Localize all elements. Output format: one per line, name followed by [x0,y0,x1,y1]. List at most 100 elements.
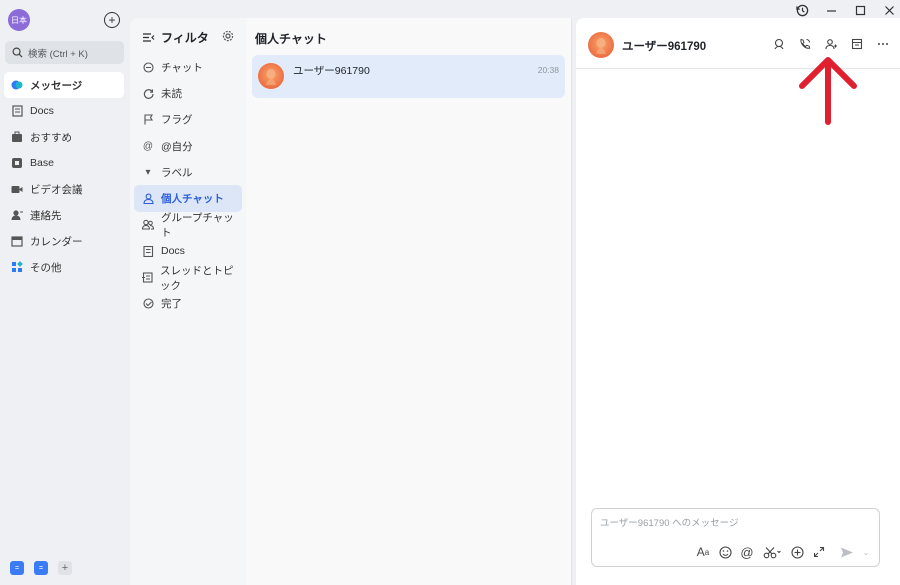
nav-label: メッセージ [30,79,83,92]
filter-label: グループチャット [161,211,234,239]
nav-item-video[interactable]: ビデオ会議 [4,176,124,202]
check-circle-icon [142,298,154,309]
history-icon[interactable] [788,2,817,18]
nav-item-recommend[interactable]: おすすめ [4,124,124,150]
add-icon[interactable]: + [104,12,120,28]
person-icon [142,193,154,205]
chat-time: 20:38 [537,65,559,75]
message-bubble-icon [11,79,23,91]
filter-label: チャット [161,61,203,74]
conversation-toolbar [772,37,890,51]
search-chat-icon[interactable] [772,37,786,51]
unread-icon [142,88,154,99]
nav-item-base[interactable]: Base [4,150,124,176]
conversation-title[interactable]: ユーザー961790 [622,38,706,54]
filter-title: フィルタ [161,31,209,45]
filter-label: 未読 [161,87,182,100]
group-icon [142,219,154,230]
chat-list-panel: 個人チャット ユーザー961790 20:38 [246,18,572,585]
plus-circle-icon[interactable] [790,545,804,559]
docs-icon [142,245,154,257]
triangle-down-icon: ▾ [145,166,151,178]
message-composer[interactable]: Aa @ ⌄ [591,508,880,567]
message-input[interactable] [600,518,860,529]
screenshot-icon[interactable] [762,545,782,559]
nav-item-messages[interactable]: メッセージ [4,72,124,98]
thread-icon [142,272,153,283]
filter-item-personal-chat[interactable]: 個人チャット [134,185,242,212]
at-icon: @ [142,140,154,152]
filter-item-group-chat[interactable]: グループチャット [134,211,242,239]
filter-label: フラグ [161,114,193,127]
text-format-icon[interactable]: Aa [696,545,710,559]
filter-label: スレッドとトピック [160,264,234,292]
left-nav: 日本 + 検索 (Ctrl + K) メッセージ Docs おすすめ Base … [0,0,130,585]
base-icon [11,157,23,169]
nav-label: ビデオ会議 [30,183,83,196]
filter-label: Docs [161,245,185,258]
workspace-icon[interactable]: = [34,561,48,575]
filter-panel: フィルタ チャット 未読 フラグ @ @自分 ▾ ラベル 個人チャット グループ… [130,18,246,585]
gear-icon[interactable] [222,30,234,45]
add-member-icon[interactable] [824,37,838,51]
call-icon[interactable] [798,37,812,51]
send-icon[interactable] [840,545,854,559]
chat-list-title: 個人チャット [255,32,327,46]
filter-item-threads[interactable]: スレッドとトピック [134,264,242,292]
bottom-icons: = = + [10,561,72,575]
flag-icon [142,114,154,125]
avatar [258,63,284,89]
docs-icon [11,105,23,117]
maximize-icon[interactable] [846,2,875,18]
calendar-icon[interactable] [850,37,864,51]
close-icon[interactable] [875,2,900,18]
nav-list: メッセージ Docs おすすめ Base ビデオ会議 連絡先 カレンダー その他 [4,72,124,280]
filter-item-flag[interactable]: フラグ [134,107,242,133]
filter-item-mention[interactable]: @ @自分 [134,133,242,159]
filter-item-chat[interactable]: チャット [134,54,242,80]
avatar[interactable] [588,32,614,58]
chat-list-item[interactable]: ユーザー961790 20:38 [252,55,565,98]
filter-label: 個人チャット [161,193,224,206]
nav-item-docs[interactable]: Docs [4,98,124,124]
filter-item-label[interactable]: ▾ ラベル [134,159,242,185]
nav-label: Docs [30,105,54,117]
more-icon[interactable] [876,37,890,51]
user-avatar[interactable]: 日本 [8,9,30,31]
workspace-icon[interactable]: = [10,561,24,575]
send-options-icon[interactable]: ⌄ [862,545,870,559]
recommend-icon [11,131,23,143]
filter-list: チャット 未読 フラグ @ @自分 ▾ ラベル 個人チャット グループチャット … [134,54,242,317]
add-workspace-icon[interactable]: + [58,561,72,575]
filter-header[interactable]: フィルタ [142,29,209,46]
filter-label: ラベル [161,166,193,179]
video-icon [11,183,23,195]
chat-name: ユーザー961790 [293,65,370,77]
minimize-icon[interactable] [817,2,846,18]
composer-toolbar: Aa @ ⌄ [696,545,870,560]
nav-item-contacts[interactable]: 連絡先 [4,202,124,228]
chat-icon [142,62,154,73]
annotation-arrow-icon [799,57,857,125]
search-input[interactable]: 検索 (Ctrl + K) [5,41,124,64]
nav-label: 連絡先 [30,209,62,222]
calendar-icon [11,235,23,247]
nav-item-more[interactable]: その他 [4,254,124,280]
nav-label: カレンダー [30,235,83,248]
filter-label: 完了 [161,298,182,311]
filter-item-unread[interactable]: 未読 [134,80,242,106]
mention-icon[interactable]: @ [740,545,754,560]
nav-item-calendar[interactable]: カレンダー [4,228,124,254]
emoji-icon[interactable] [718,545,732,559]
search-placeholder: 検索 (Ctrl + K) [28,48,88,60]
search-icon [12,47,23,58]
nav-label: Base [30,157,54,169]
filter-item-done[interactable]: 完了 [134,291,242,317]
window-controls [788,2,900,18]
nav-label: その他 [30,261,62,274]
expand-icon[interactable] [812,545,826,559]
filter-collapse-icon [143,33,155,42]
filter-item-docs[interactable]: Docs [134,238,242,264]
filter-label: @自分 [161,140,193,153]
contacts-icon [11,209,23,221]
